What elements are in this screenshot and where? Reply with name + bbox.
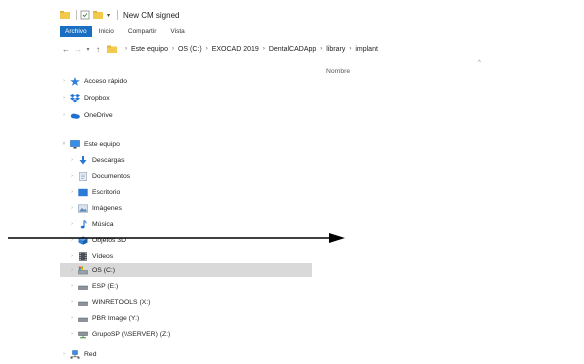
annotation-arrow: [8, 233, 345, 243]
file-explorer-window: ▾ New CM signed Archivo Inicio Compartir…: [0, 0, 584, 364]
